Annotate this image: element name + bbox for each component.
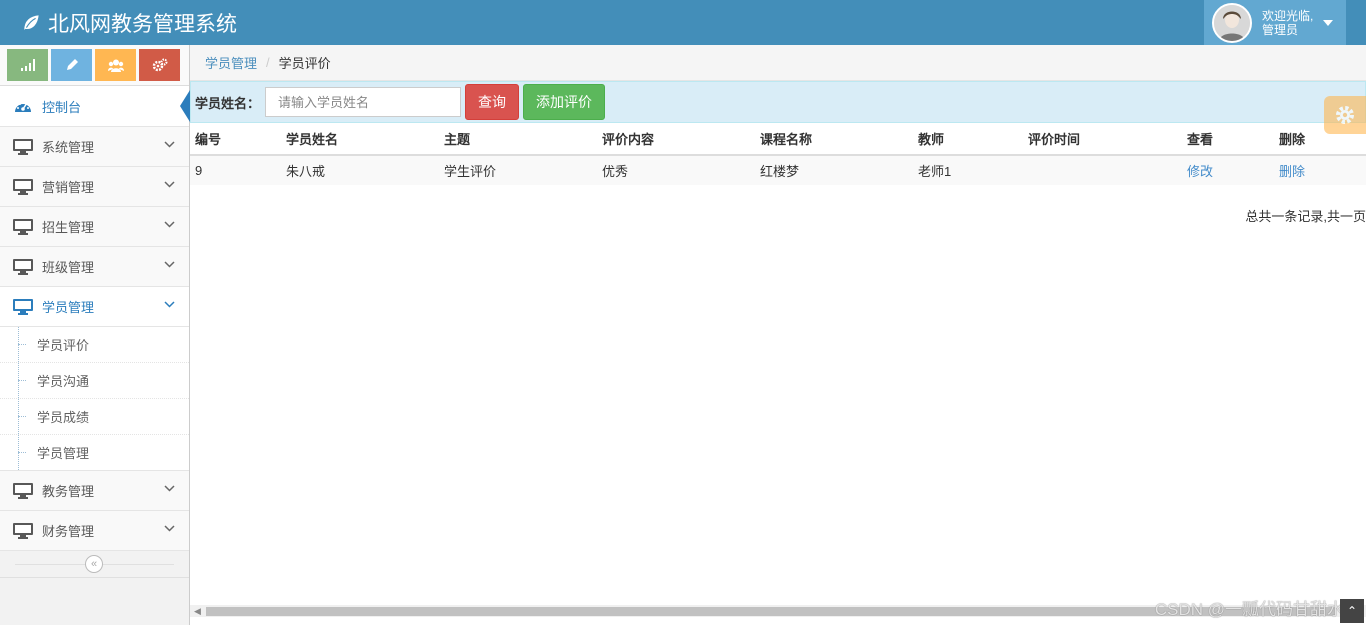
angle-up-icon[interactable]: ⌃: [1340, 599, 1364, 623]
sidebar-item-marketing[interactable]: 营销管理: [0, 167, 189, 207]
shortcut-cogs-button[interactable]: [139, 49, 180, 81]
search-bar: 学员姓名： 查询 添加评价: [190, 81, 1366, 123]
cell-id: 9: [190, 155, 281, 185]
main-content: 学员管理 / 学员评价 学员姓名： 查询 添加评价 编号 学员姓名 主题 评价内…: [190, 45, 1366, 625]
cell-course: 红楼梦: [755, 155, 913, 185]
submenu-item-students[interactable]: 学员管理: [0, 435, 189, 470]
breadcrumb-separator: /: [266, 55, 270, 70]
chevron-down-icon: [164, 525, 175, 532]
sidebar-item-finance[interactable]: 财务管理: [0, 511, 189, 551]
shortcut-users-button[interactable]: [95, 49, 136, 81]
student-submenu: 学员评价 学员沟通 学员成绩 学员管理: [0, 327, 189, 471]
column-header: 查看: [1182, 123, 1274, 156]
desktop-icon: [13, 218, 33, 235]
breadcrumb-current: 学员评价: [278, 56, 331, 71]
table-header-row: 编号 学员姓名 主题 评价内容 课程名称 教师 评价时间 查看 删除: [190, 123, 1366, 156]
shortcut-pencil-button[interactable]: [51, 49, 92, 81]
cell-name: 朱八戒: [281, 155, 439, 185]
edit-link[interactable]: 修改: [1187, 164, 1213, 179]
chevron-down-icon: [164, 485, 175, 492]
delete-link[interactable]: 删除: [1279, 164, 1305, 179]
column-header: 课程名称: [755, 123, 913, 156]
sidebar-item-label: 营销管理: [42, 180, 95, 195]
sidebar-collapse-bar: «: [0, 551, 189, 578]
gear-icon: [1336, 106, 1354, 124]
sidebar-item-label: 控制台: [42, 99, 82, 115]
add-evaluation-button[interactable]: 添加评价: [523, 84, 606, 120]
submenu-item-grades[interactable]: 学员成绩: [0, 399, 189, 435]
sidebar-item-academic[interactable]: 教务管理: [0, 471, 189, 511]
desktop-icon: [13, 258, 33, 275]
navbar: 北风网教务管理系统 欢迎光临, 管理员: [0, 0, 1366, 45]
signal-icon: [20, 59, 35, 71]
sidebar-item-student[interactable]: 学员管理: [0, 287, 189, 327]
sidebar-item-system[interactable]: 系统管理: [0, 127, 189, 167]
dashboard-icon: [13, 98, 33, 114]
users-icon: [107, 59, 124, 72]
desktop-icon: [13, 482, 33, 499]
brand[interactable]: 北风网教务管理系统: [20, 0, 237, 45]
sidebar-item-class[interactable]: 班级管理: [0, 247, 189, 287]
sidebar: 控制台 系统管理 营销管理 招生管理 班级管理 学员管理 学员评价 学员沟通 学…: [0, 45, 190, 625]
active-indicator: [180, 90, 190, 122]
watermark: CSDN @一瓢代码甘甜水: [1154, 600, 1344, 619]
cell-view: 修改: [1182, 155, 1274, 185]
submenu-item-evaluation[interactable]: 学员评价: [0, 327, 189, 363]
evaluation-table: 编号 学员姓名 主题 评价内容 课程名称 教师 评价时间 查看 删除 9 朱八戒…: [190, 123, 1366, 185]
sidebar-item-label: 系统管理: [42, 140, 95, 155]
desktop-icon: [13, 298, 33, 315]
chevron-down-icon: [164, 261, 175, 268]
leaf-icon: [23, 13, 40, 33]
cell-teacher: 老师1: [913, 155, 1023, 185]
student-name-input[interactable]: [265, 87, 462, 117]
cell-subject: 学生评价: [439, 155, 597, 185]
sidebar-shortcuts: [0, 45, 189, 86]
settings-button[interactable]: [1324, 96, 1366, 134]
double-angle-left-icon[interactable]: «: [85, 555, 103, 573]
avatar: [1212, 2, 1252, 43]
column-header: 编号: [190, 123, 281, 156]
chevron-down-icon: [164, 141, 175, 148]
chevron-down-icon: [164, 181, 175, 188]
sidebar-item-label: 教务管理: [42, 484, 95, 499]
cell-time: [1023, 155, 1182, 185]
cell-delete: 删除: [1274, 155, 1366, 185]
table-row: 9 朱八戒 学生评价 优秀 红楼梦 老师1 修改 删除: [190, 155, 1366, 185]
sidebar-item-enrollment[interactable]: 招生管理: [0, 207, 189, 247]
column-header: 评价内容: [597, 123, 755, 156]
column-header: 学员姓名: [281, 123, 439, 156]
sidebar-item-label: 财务管理: [42, 524, 95, 539]
caret-down-icon: [1323, 19, 1334, 26]
app-title: 北风网教务管理系统: [48, 12, 237, 36]
breadcrumb: 学员管理 / 学员评价: [190, 45, 1366, 81]
sidebar-item-label: 招生管理: [42, 220, 95, 235]
sidebar-item-label: 学员管理: [42, 300, 95, 315]
user-menu[interactable]: 欢迎光临, 管理员: [1204, 0, 1346, 45]
sidebar-item-dashboard[interactable]: 控制台: [0, 86, 190, 127]
chevron-down-icon: [164, 221, 175, 228]
welcome-text: 欢迎光临, 管理员: [1262, 8, 1314, 37]
cell-content: 优秀: [597, 155, 755, 185]
scroll-left-arrow[interactable]: ◀: [194, 606, 201, 617]
breadcrumb-parent-link[interactable]: 学员管理: [205, 53, 257, 72]
pencil-icon: [66, 59, 78, 70]
column-header: 主题: [439, 123, 597, 156]
desktop-icon: [13, 522, 33, 539]
desktop-icon: [13, 178, 33, 195]
sidebar-item-label: 班级管理: [42, 260, 95, 275]
shortcut-signal-button[interactable]: [7, 49, 48, 81]
chevron-down-icon: [164, 301, 175, 308]
query-button[interactable]: 查询: [465, 84, 520, 120]
column-header: 评价时间: [1023, 123, 1182, 156]
search-label: 学员姓名：: [195, 95, 261, 111]
submenu-item-communication[interactable]: 学员沟通: [0, 363, 189, 399]
column-header: 教师: [913, 123, 1023, 156]
desktop-icon: [13, 138, 33, 155]
cogs-icon: [152, 58, 167, 72]
pagination-summary: 总共一条记录,共一页: [1245, 209, 1366, 224]
